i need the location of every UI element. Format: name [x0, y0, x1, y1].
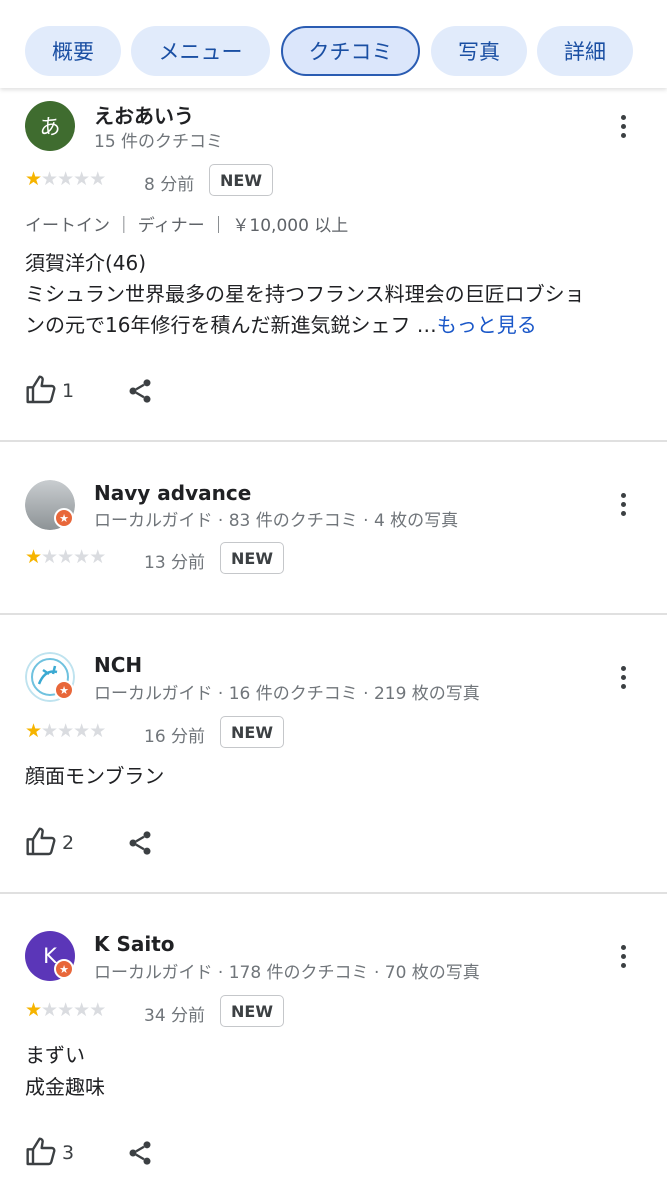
like-count: 2 [62, 832, 75, 854]
star-filled-icon: ★ [25, 546, 42, 568]
like-count: 3 [62, 1142, 75, 1164]
reviewer-meta: 15 件のクチコミ [94, 132, 224, 152]
share-icon[interactable] [126, 828, 154, 858]
like-count: 1 [62, 380, 75, 402]
reviewer-name[interactable]: NCH [94, 653, 142, 677]
reviewer-name[interactable]: Navy advance [94, 481, 251, 505]
star-rating: ★★★★★ [25, 720, 106, 742]
star-empty-icon: ★ [73, 168, 90, 190]
read-more-link[interactable]: もっと見る [437, 313, 537, 337]
new-badge: NEW [209, 164, 273, 196]
thumbs-up-icon[interactable] [25, 826, 57, 858]
review-text-line: ンの元で16年修行を積んだ新進気鋭シェフ …もっと見る [25, 310, 537, 341]
star-filled-icon: ★ [25, 999, 42, 1021]
review-text-line: 成金趣味 [25, 1075, 105, 1099]
more-options-button[interactable] [608, 106, 638, 146]
local-guide-star-icon: ★ [54, 959, 74, 979]
avatar[interactable]: あ [25, 101, 75, 151]
star-empty-icon: ★ [89, 999, 106, 1021]
local-guide-star-icon: ★ [54, 680, 74, 700]
review-card: ★ NCH ローカルガイド · 16 件のクチコミ · 219 枚の写真 ★★★… [0, 615, 667, 892]
star-empty-icon: ★ [41, 999, 58, 1021]
star-empty-icon: ★ [57, 546, 74, 568]
reviewer-meta: ローカルガイド · 178 件のクチコミ · 70 枚の写真 [94, 963, 480, 983]
tab-details[interactable]: 詳細 [537, 26, 633, 76]
tab-menu[interactable]: メニュー [131, 26, 270, 76]
review-time: 34 分前 [144, 1006, 206, 1026]
star-filled-icon: ★ [25, 720, 42, 742]
thumbs-up-icon[interactable] [25, 1136, 57, 1168]
star-rating: ★★★★★ [25, 999, 106, 1021]
star-empty-icon: ★ [57, 999, 74, 1021]
more-options-button[interactable] [608, 936, 638, 976]
star-empty-icon: ★ [89, 546, 106, 568]
reviewer-meta: ローカルガイド · 83 件のクチコミ · 4 枚の写真 [94, 511, 459, 531]
tab-photos[interactable]: 写真 [431, 26, 527, 76]
more-options-button[interactable] [608, 484, 638, 524]
thumbs-up-icon[interactable] [25, 374, 57, 406]
reviewer-name[interactable]: えおあいう [94, 100, 194, 129]
review-text-line: 顔面モンブラン [25, 764, 165, 788]
review-text-line: ミシュラン世界最多の星を持つフランス料理会の巨匠ロブショ [25, 282, 585, 306]
review-time: 13 分前 [144, 553, 206, 573]
star-empty-icon: ★ [41, 720, 58, 742]
review-time: 16 分前 [144, 727, 206, 747]
review-text-segment: ンの元で16年修行を積んだ新進気鋭シェフ … [25, 313, 437, 337]
star-empty-icon: ★ [57, 720, 74, 742]
filter-tabs: 概要 メニュー クチコミ 写真 詳細 [0, 0, 667, 88]
review-text-line: まずい [25, 1043, 85, 1067]
tab-overview[interactable]: 概要 [25, 26, 121, 76]
star-filled-icon: ★ [25, 168, 42, 190]
reviewer-name[interactable]: K Saito [94, 932, 175, 956]
review-text-line: 須賀洋介(46) [25, 251, 147, 275]
review-card: K ★ K Saito ローカルガイド · 178 件のクチコミ · 70 枚の… [0, 894, 667, 1200]
tab-reviews[interactable]: クチコミ [281, 26, 420, 76]
star-empty-icon: ★ [73, 546, 90, 568]
review-card: ★ Navy advance ローカルガイド · 83 件のクチコミ · 4 枚… [0, 442, 667, 613]
star-empty-icon: ★ [41, 168, 58, 190]
local-guide-star-icon: ★ [54, 508, 74, 528]
star-rating: ★★★★★ [25, 168, 106, 190]
new-badge: NEW [220, 995, 284, 1027]
star-empty-icon: ★ [73, 999, 90, 1021]
avatar-letter: あ [39, 115, 61, 139]
star-empty-icon: ★ [41, 546, 58, 568]
star-empty-icon: ★ [89, 168, 106, 190]
new-badge: NEW [220, 542, 284, 574]
star-empty-icon: ★ [57, 168, 74, 190]
reviewer-meta: ローカルガイド · 16 件のクチコミ · 219 枚の写真 [94, 684, 480, 704]
new-badge: NEW [220, 716, 284, 748]
share-icon[interactable] [126, 376, 154, 406]
star-rating: ★★★★★ [25, 546, 106, 568]
star-empty-icon: ★ [89, 720, 106, 742]
star-empty-icon: ★ [73, 720, 90, 742]
review-time: 8 分前 [144, 175, 195, 195]
visit-attributes: イートイン ｜ ディナー ｜ ￥10,000 以上 [25, 216, 349, 236]
more-options-button[interactable] [608, 657, 638, 697]
share-icon[interactable] [126, 1138, 154, 1168]
